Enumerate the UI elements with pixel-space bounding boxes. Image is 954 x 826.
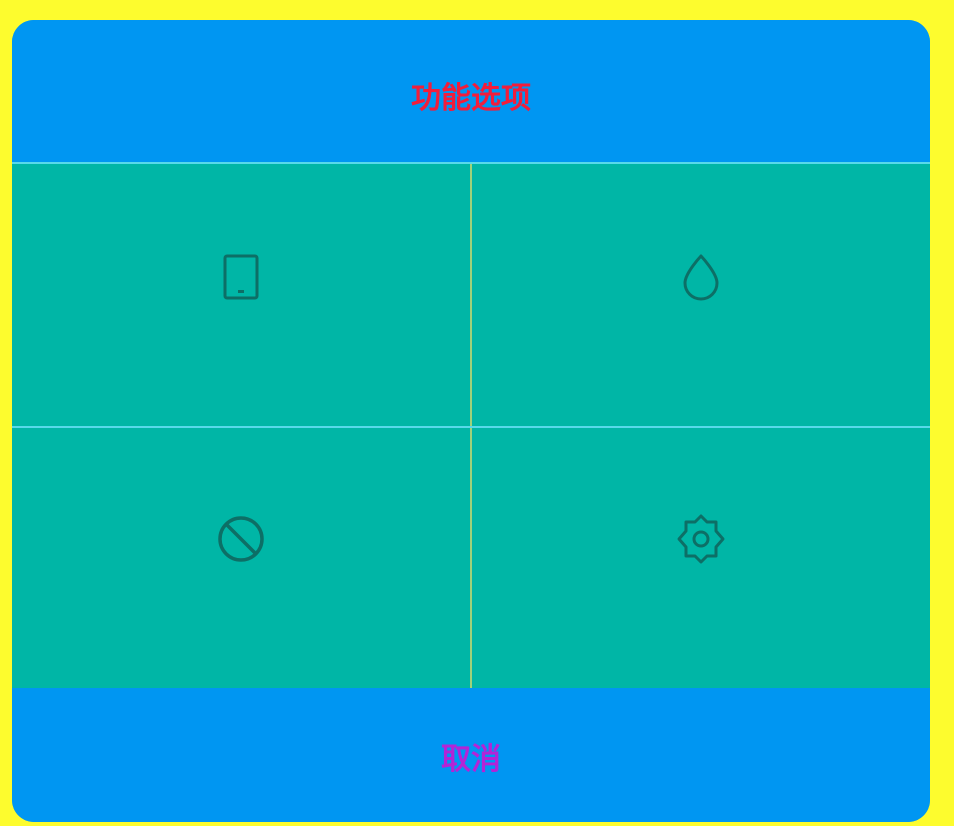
option-settings[interactable] (472, 428, 930, 690)
option-water-drop[interactable] (472, 164, 930, 426)
dialog-footer: 取消 (12, 688, 930, 822)
settings-gear-icon (673, 511, 729, 567)
tablet-icon (221, 254, 261, 300)
block-icon (216, 514, 266, 564)
cancel-button[interactable]: 取消 (417, 728, 525, 784)
dialog-header: 功能选项 (12, 20, 930, 162)
options-grid (12, 162, 930, 690)
options-dialog: 功能选项 取消 (12, 20, 930, 822)
water-drop-icon (679, 253, 723, 301)
option-tablet[interactable] (12, 164, 470, 426)
dialog-title: 功能选项 (411, 81, 531, 116)
option-block[interactable] (12, 428, 470, 690)
